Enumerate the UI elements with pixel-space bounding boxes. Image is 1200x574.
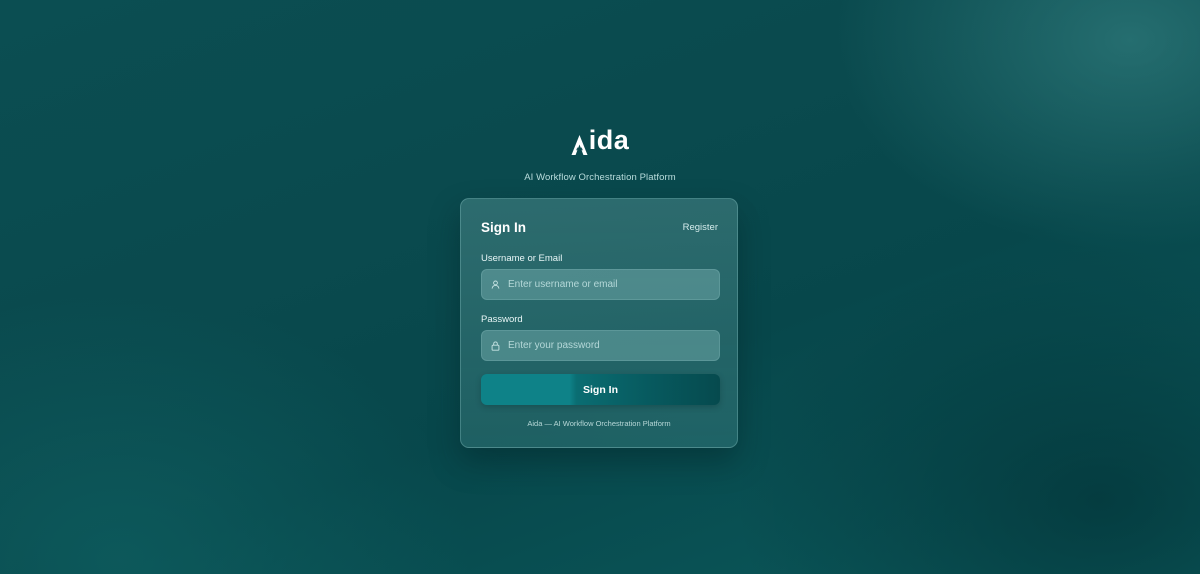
lock-icon	[490, 340, 500, 351]
sign-in-button-label: Sign In	[583, 383, 618, 396]
sign-in-card: Sign In Register Username or Email Passw…	[460, 198, 738, 448]
sign-in-title: Sign In	[481, 220, 526, 235]
password-label: Password	[481, 314, 523, 325]
card-footer: Aida — AI Workflow Orchestration Platfor…	[527, 419, 671, 428]
register-link[interactable]: Register	[683, 222, 718, 233]
username-input[interactable]	[508, 270, 719, 299]
app-logo: ida	[571, 124, 630, 156]
brand-header: ida AI Workflow Orchestration Platform	[0, 124, 1200, 183]
password-field[interactable]	[481, 330, 720, 361]
sign-in-button[interactable]: Sign In	[481, 374, 720, 405]
password-input[interactable]	[508, 331, 719, 360]
brand-tagline: AI Workflow Orchestration Platform	[524, 172, 676, 183]
username-label: Username or Email	[481, 253, 563, 264]
user-icon	[490, 280, 500, 290]
username-field[interactable]	[481, 269, 720, 300]
logo-a-mark-icon	[571, 135, 588, 155]
card-header: Sign In Register	[481, 220, 718, 235]
app-name: ida	[588, 125, 630, 155]
